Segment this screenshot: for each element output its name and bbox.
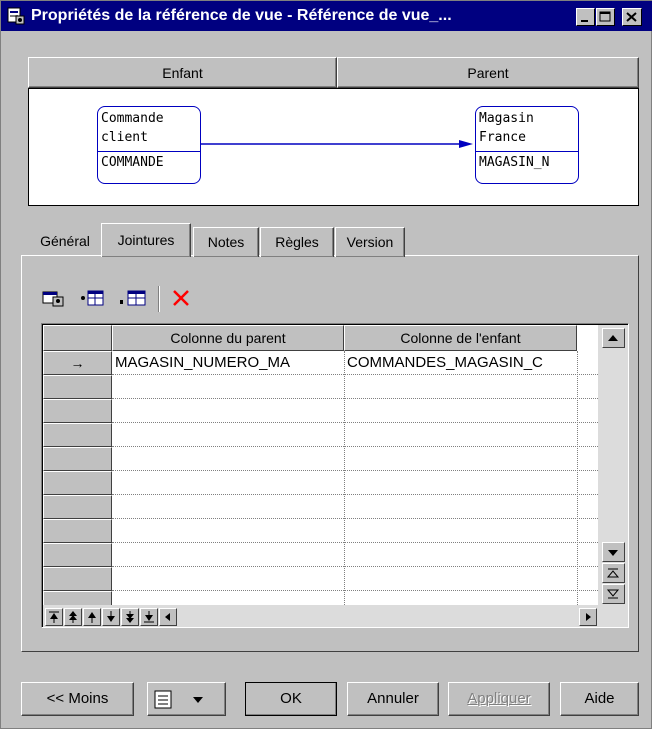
app-icon	[7, 7, 25, 25]
cell-child-column[interactable]	[344, 399, 577, 423]
cell-child-column[interactable]	[344, 423, 577, 447]
column-divider	[577, 351, 578, 615]
move-bottom-icon[interactable]	[140, 608, 158, 626]
column-header-child[interactable]: Colonne de l'enfant	[344, 325, 577, 351]
cell-parent-column[interactable]	[112, 423, 344, 447]
parent-entity-name: Magasin France	[479, 111, 534, 145]
row-header[interactable]	[43, 519, 112, 543]
row-header[interactable]	[43, 495, 112, 519]
move-up-icon[interactable]	[83, 608, 101, 626]
apply-button[interactable]: Appliquer	[448, 682, 550, 716]
row-header[interactable]	[43, 399, 112, 423]
row-header[interactable]	[43, 567, 112, 591]
scroll-right-icon[interactable]	[579, 608, 597, 626]
chevron-down-icon	[192, 695, 206, 705]
parent-header: Parent	[337, 57, 639, 88]
move-down-icon[interactable]	[102, 608, 120, 626]
cell-child-column[interactable]	[344, 543, 577, 567]
cell-child-column[interactable]	[344, 375, 577, 399]
delete-icon[interactable]	[171, 288, 191, 308]
add-row-icon[interactable]	[119, 288, 147, 308]
close-icon[interactable]	[622, 8, 642, 26]
reference-link	[201, 140, 473, 148]
cell-parent-column[interactable]	[112, 543, 344, 567]
maximize-icon[interactable]	[596, 8, 615, 26]
entity-separator	[98, 151, 200, 152]
parent-entity[interactable]: Magasin France MAGASIN_N	[475, 106, 579, 184]
insert-row-icon[interactable]	[79, 288, 105, 308]
cell-parent-column[interactable]	[112, 567, 344, 591]
move-page-up-icon[interactable]	[64, 608, 82, 626]
entity-separator	[476, 151, 578, 152]
help-button[interactable]: Aide	[560, 682, 639, 716]
cancel-button[interactable]: Annuler	[347, 682, 439, 716]
title-bar[interactable]: Propriétés de la référence de vue - Réfé…	[1, 1, 652, 31]
column-header-parent[interactable]: Colonne du parent	[112, 325, 344, 351]
window-title: Propriétés de la référence de vue - Réfé…	[31, 7, 452, 24]
tab-jointures[interactable]: Jointures	[101, 223, 191, 257]
child-header: Enfant	[28, 57, 337, 88]
ok-button[interactable]: OK	[245, 682, 337, 716]
properties-dialog: Propriétés de la référence de vue - Réfé…	[0, 0, 652, 729]
tab-notes[interactable]: Notes	[193, 227, 259, 257]
row-header[interactable]	[43, 447, 112, 471]
move-top-icon[interactable]	[45, 608, 63, 626]
cell-child-column[interactable]	[344, 447, 577, 471]
scroll-left-icon[interactable]	[159, 608, 177, 626]
row-header[interactable]	[43, 471, 112, 495]
scroll-down-icon[interactable]	[602, 542, 625, 562]
cell-parent-column[interactable]	[112, 471, 344, 495]
list-icon	[154, 690, 174, 710]
cell-parent-column[interactable]	[112, 495, 344, 519]
child-entity-name: Commande client	[101, 111, 164, 145]
cell-child-column[interactable]: COMMANDES_MAGASIN_C	[344, 351, 577, 375]
cell-parent-column[interactable]: MAGASIN_NUMERO_MA	[112, 351, 344, 375]
child-entity[interactable]: Commande client COMMANDE	[97, 106, 201, 184]
scroll-page-up-icon[interactable]	[602, 563, 625, 583]
tab-version[interactable]: Version	[335, 227, 405, 257]
cell-parent-column[interactable]	[112, 375, 344, 399]
row-header[interactable]	[43, 423, 112, 447]
parent-entity-column: MAGASIN_N	[479, 155, 550, 170]
column-divider	[344, 351, 345, 615]
scroll-up-icon[interactable]	[602, 328, 625, 348]
cell-child-column[interactable]	[344, 495, 577, 519]
tab-general[interactable]: Général	[29, 227, 101, 257]
grid-corner	[43, 325, 112, 351]
minimize-icon[interactable]	[576, 8, 595, 26]
menu-button[interactable]	[147, 682, 226, 716]
cell-child-column[interactable]	[344, 471, 577, 495]
scroll-page-down-icon[interactable]	[602, 584, 625, 604]
toolbar-separator	[158, 286, 160, 312]
row-header[interactable]	[43, 375, 112, 399]
cell-parent-column[interactable]	[112, 519, 344, 543]
child-entity-column: COMMANDE	[101, 155, 164, 170]
cell-parent-column[interactable]	[112, 447, 344, 471]
less-button[interactable]: << Moins	[21, 682, 134, 716]
row-header[interactable]: →	[43, 351, 112, 375]
row-header[interactable]	[43, 543, 112, 567]
cell-child-column[interactable]	[344, 567, 577, 591]
reference-diagram: Commande client COMMANDE Magasin France …	[28, 88, 639, 206]
cell-child-column[interactable]	[344, 519, 577, 543]
cell-parent-column[interactable]	[112, 399, 344, 423]
tab-regles[interactable]: Règles	[260, 227, 334, 257]
move-page-down-icon[interactable]	[121, 608, 139, 626]
properties-icon[interactable]	[42, 288, 66, 308]
joins-grid: Colonne du parent Colonne de l'enfant → M…	[41, 323, 629, 628]
